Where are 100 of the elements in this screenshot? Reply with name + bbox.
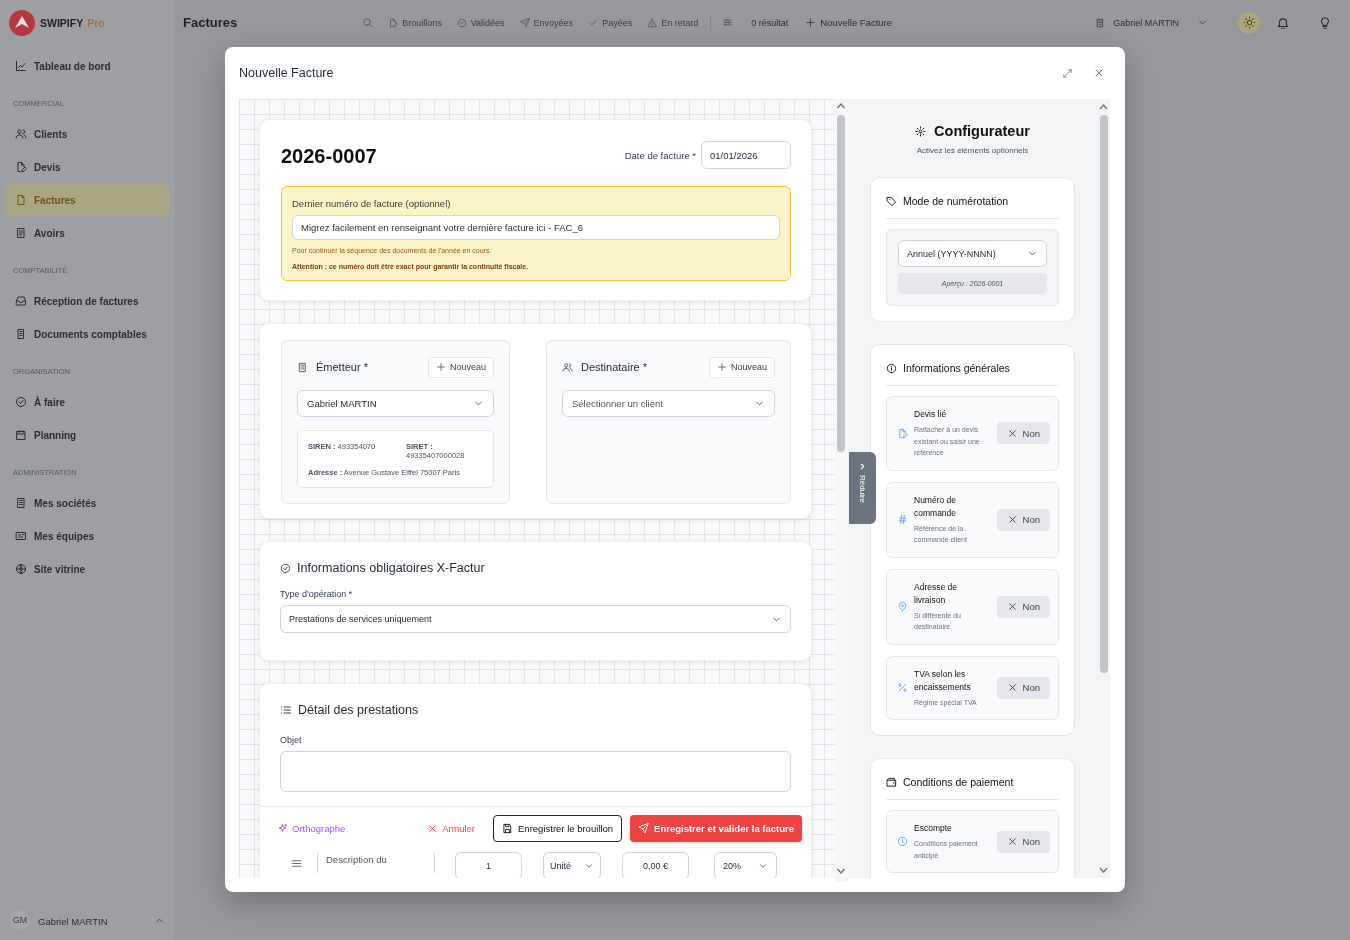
chart-icon — [15, 60, 27, 72]
sidebar-item[interactable]: Mes sociétés — [5, 487, 170, 519]
tips-button[interactable] — [1318, 15, 1332, 30]
option-title: Adresse de livraison — [914, 580, 958, 607]
unit-select[interactable]: Unité — [543, 852, 601, 878]
logo-icon — [9, 9, 35, 36]
inbox-icon — [15, 295, 27, 307]
field-label: Date de facture * — [624, 149, 696, 161]
doc-icon — [15, 328, 27, 340]
option-toggle[interactable]: Non — [996, 422, 1050, 445]
section-title: Informations obligatoires X-Factur — [297, 561, 485, 575]
new-invoice-button[interactable]: Nouvelle Facture — [800, 14, 898, 31]
plus-icon — [805, 17, 817, 28]
cancel-button[interactable]: Annuler — [427, 822, 476, 834]
card-title: Informations générales — [903, 362, 1010, 374]
building-icon — [15, 497, 27, 509]
globe-icon — [15, 563, 27, 575]
sidebar-item[interactable]: Devis — [5, 151, 170, 183]
filepen-icon — [388, 17, 399, 28]
filepen-icon — [15, 161, 27, 173]
sidebar-item[interactable]: Clients — [5, 118, 170, 150]
drag-handle-icon — [290, 857, 303, 870]
bell-icon — [1276, 15, 1290, 30]
file-icon — [15, 194, 27, 206]
close-icon — [1006, 836, 1018, 847]
filter-button[interactable]: Payées — [583, 14, 638, 31]
filter-button[interactable]: Validées — [451, 14, 510, 31]
chevron-down-icon — [584, 861, 594, 871]
filter-button[interactable]: En retard — [642, 14, 704, 31]
select-field[interactable]: Gabriel MARTIN — [297, 390, 494, 417]
plus-icon — [435, 362, 446, 372]
section-title: Détail des prestations — [298, 703, 419, 717]
theme-button[interactable] — [1238, 11, 1260, 34]
object-field[interactable] — [280, 751, 791, 792]
sidebar-item[interactable]: Tableau de bord — [5, 50, 170, 82]
description-field[interactable]: Description du — [318, 854, 434, 865]
option-toggle[interactable]: Non — [996, 676, 1050, 699]
sidebar-item[interactable]: Factures — [5, 184, 170, 216]
select-field[interactable]: Sélectionner un client — [562, 390, 775, 417]
option-toggle[interactable]: Non — [996, 595, 1050, 618]
option-toggle[interactable]: Non — [996, 508, 1050, 531]
new-button[interactable]: Nouveau — [427, 356, 494, 378]
percent-icon — [897, 682, 908, 694]
close-button[interactable] — [1093, 67, 1105, 79]
page-title: Factures — [183, 15, 238, 30]
chevron-right-icon — [858, 462, 867, 471]
vat-select[interactable]: 20% — [714, 852, 777, 878]
sidebar-item[interactable]: Avoirs — [5, 217, 170, 249]
collapse-tab[interactable]: Réduire — [849, 452, 876, 524]
sidebar-item[interactable]: Documents comptables — [5, 318, 170, 350]
last-number-field[interactable]: Migrez facilement en renseignant votre dernière facture ici - FAC_6 — [292, 215, 780, 240]
sidebar-item[interactable]: Mes équipes — [5, 520, 170, 552]
tag-icon — [886, 195, 897, 207]
search-icon — [362, 17, 374, 28]
sidebar-item[interactable]: À faire — [5, 386, 170, 418]
list-icon — [280, 704, 292, 716]
field-label: Objet — [280, 735, 303, 745]
lightbulb-icon — [1318, 15, 1332, 30]
sidebar-item[interactable]: Réception de factures — [5, 285, 170, 317]
modal-title: Nouvelle Facture — [239, 66, 335, 80]
expand-button[interactable] — [1062, 67, 1073, 79]
option-title: Escompte — [914, 822, 953, 835]
panel-title: Configurateur — [934, 123, 1030, 139]
date-field[interactable]: 01/01/2026 — [701, 141, 791, 169]
option-title: TVA selon les encaissements — [914, 667, 972, 694]
notifications-button[interactable] — [1276, 15, 1290, 30]
close-icon — [1006, 427, 1018, 439]
new-button[interactable]: Nouveau — [708, 356, 775, 378]
operation-type-select[interactable]: Prestations de services uniquement — [280, 605, 791, 633]
building-icon — [1095, 17, 1106, 28]
users-icon — [562, 361, 573, 373]
company-selector[interactable]: Gabriel MARTIN — [1090, 14, 1213, 31]
clock-icon — [897, 836, 908, 847]
user-name: Gabriel MARTIN — [38, 916, 108, 927]
filepen-icon — [897, 427, 908, 439]
price-field[interactable]: 0,00 € — [622, 852, 689, 878]
option-title: Devis lié — [914, 408, 948, 421]
close-icon — [427, 822, 439, 834]
filter-button[interactable]: Envoyées — [514, 14, 579, 31]
edition-label: Pro — [87, 16, 105, 29]
sidebar-item[interactable]: Planning — [5, 419, 170, 451]
quantity-field[interactable]: 1 — [455, 852, 522, 878]
app-name: SWIPIFY — [40, 16, 84, 29]
panel-subtitle: Activez les éléments optionnels — [915, 146, 1030, 155]
validate-button[interactable]: Enregistrer et valider la facture — [630, 814, 802, 842]
close-icon — [1006, 682, 1018, 694]
alert-icon — [647, 17, 658, 28]
card-title: Conditions de paiement — [903, 776, 1014, 788]
user-avatar: GM — [10, 910, 30, 930]
sparkle-icon — [277, 822, 288, 834]
spellcheck-button[interactable]: Orthographe — [277, 822, 346, 834]
field-label: Type d'opération * — [280, 589, 354, 599]
pin-icon — [897, 601, 908, 612]
filter-button[interactable]: Brouillons — [383, 14, 447, 31]
option-toggle[interactable]: Non — [996, 830, 1050, 853]
save-draft-button[interactable]: Enregistrer le brouillon — [493, 814, 623, 842]
sidebar-item[interactable]: Site vitrine — [5, 553, 170, 585]
cal-icon — [15, 429, 27, 441]
numbering-select[interactable]: Annuel (YYYY-NNNN) — [898, 240, 1047, 267]
send-icon — [519, 17, 530, 28]
